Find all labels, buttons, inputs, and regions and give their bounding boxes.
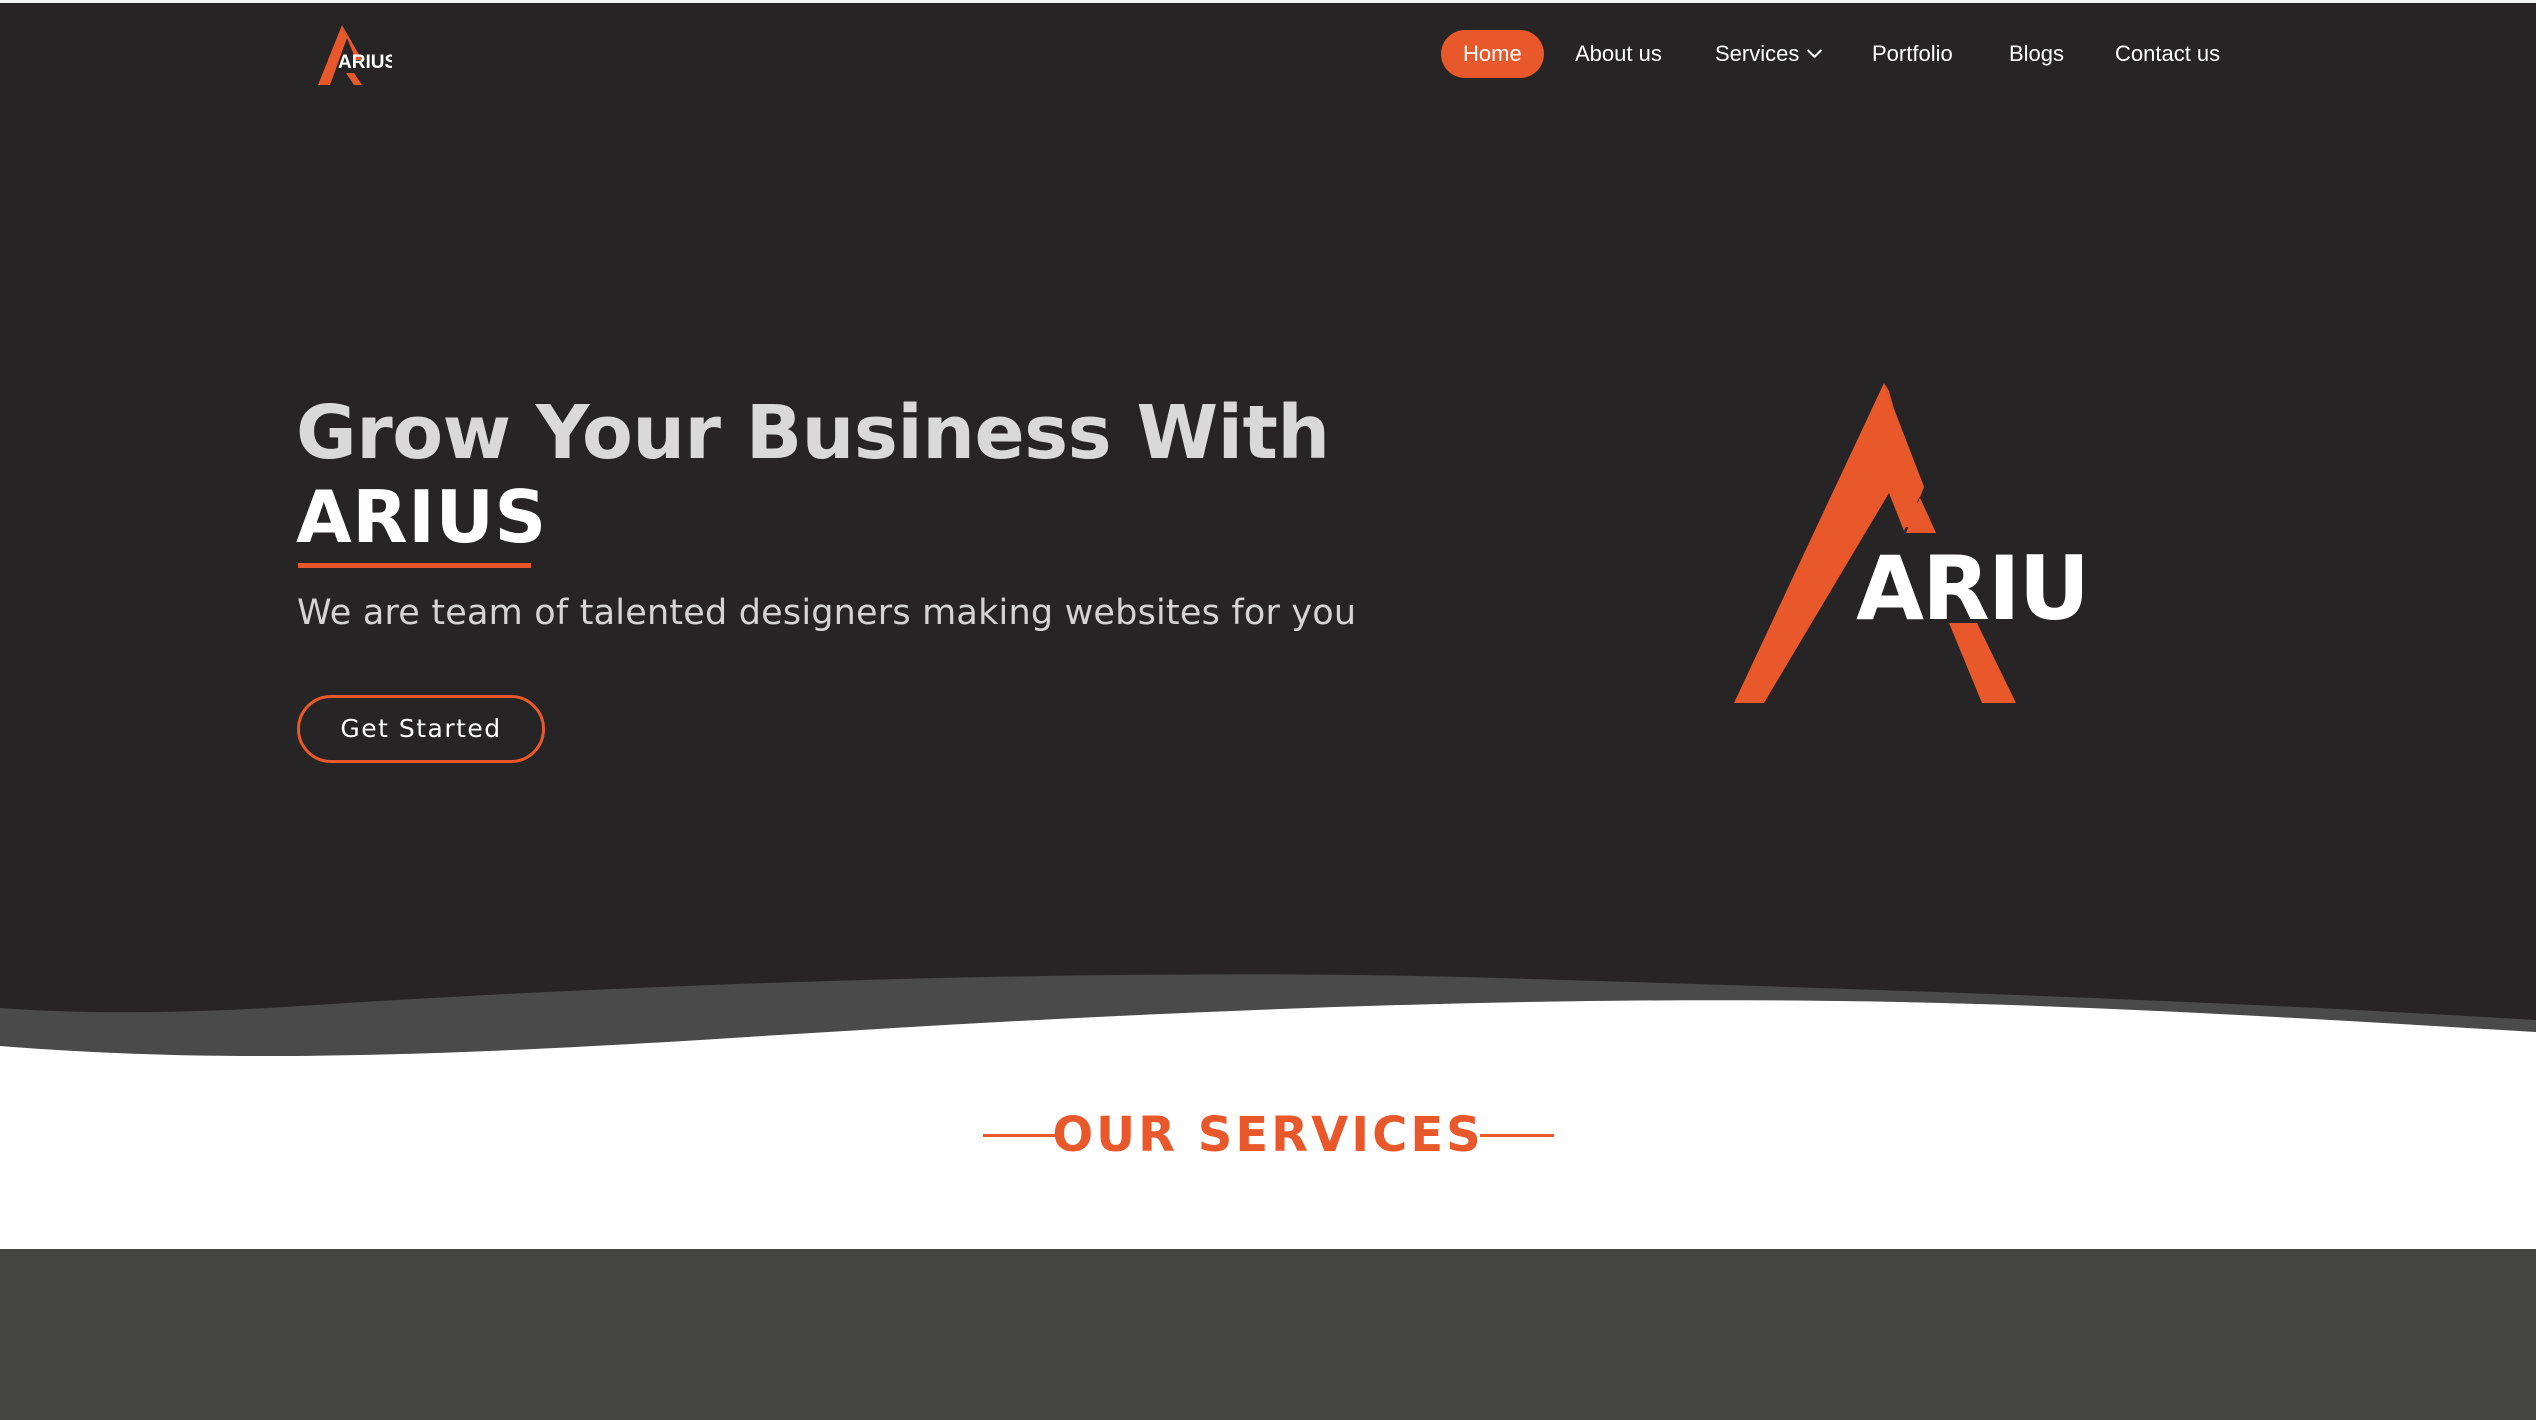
hero-wave-divider	[0, 960, 2536, 1070]
services-content	[0, 1249, 2536, 1420]
site-logo[interactable]: ARIUS	[316, 23, 392, 89]
nav-item-home[interactable]: Home	[1441, 30, 1544, 78]
page: ARIUS Home About us Services Portfolio B…	[0, 0, 2536, 1420]
nav-item-portfolio[interactable]: Portfolio	[1872, 30, 1953, 78]
services-heading: OUR SERVICES	[0, 1100, 2536, 1170]
logo-mark-icon: ARIUS	[318, 25, 392, 85]
hero-section: ARIUS Home About us Services Portfolio B…	[0, 3, 2536, 1063]
nav-item-blogs[interactable]: Blogs	[2009, 30, 2064, 78]
logo-mark-icon: ARIUS	[1734, 383, 2092, 703]
chevron-down-icon	[1807, 42, 1823, 59]
nav-item-label: Home	[1463, 41, 1522, 66]
brand-underline	[298, 563, 531, 568]
nav-item-label: Portfolio	[1872, 41, 1953, 66]
logo-text: ARIUS	[1856, 537, 2092, 640]
hero-logo: ARIUS	[1734, 383, 2092, 707]
nav-item-label: Services	[1715, 41, 1800, 66]
nav-item-contact-us[interactable]: Contact us	[2115, 30, 2220, 78]
hero-brand-word: ARIUS	[296, 475, 547, 559]
logo-text: ARIUS	[338, 52, 392, 73]
hero-subheadline: We are team of talented designers making…	[297, 593, 1357, 633]
services-title: OUR SERVICES	[1052, 1107, 1484, 1163]
get-started-button[interactable]: Get Started	[297, 695, 545, 763]
hero-headline: Grow Your Business With	[296, 390, 1330, 476]
nav-item-label: About us	[1575, 41, 1662, 66]
nav-item-about-us[interactable]: About us	[1575, 30, 1662, 78]
title-divider-right	[1480, 1134, 1554, 1137]
nav-item-label: Blogs	[2009, 41, 2065, 66]
nav-item-services[interactable]: Services	[1715, 30, 1823, 78]
nav-item-label: Contact us	[2115, 41, 2221, 66]
